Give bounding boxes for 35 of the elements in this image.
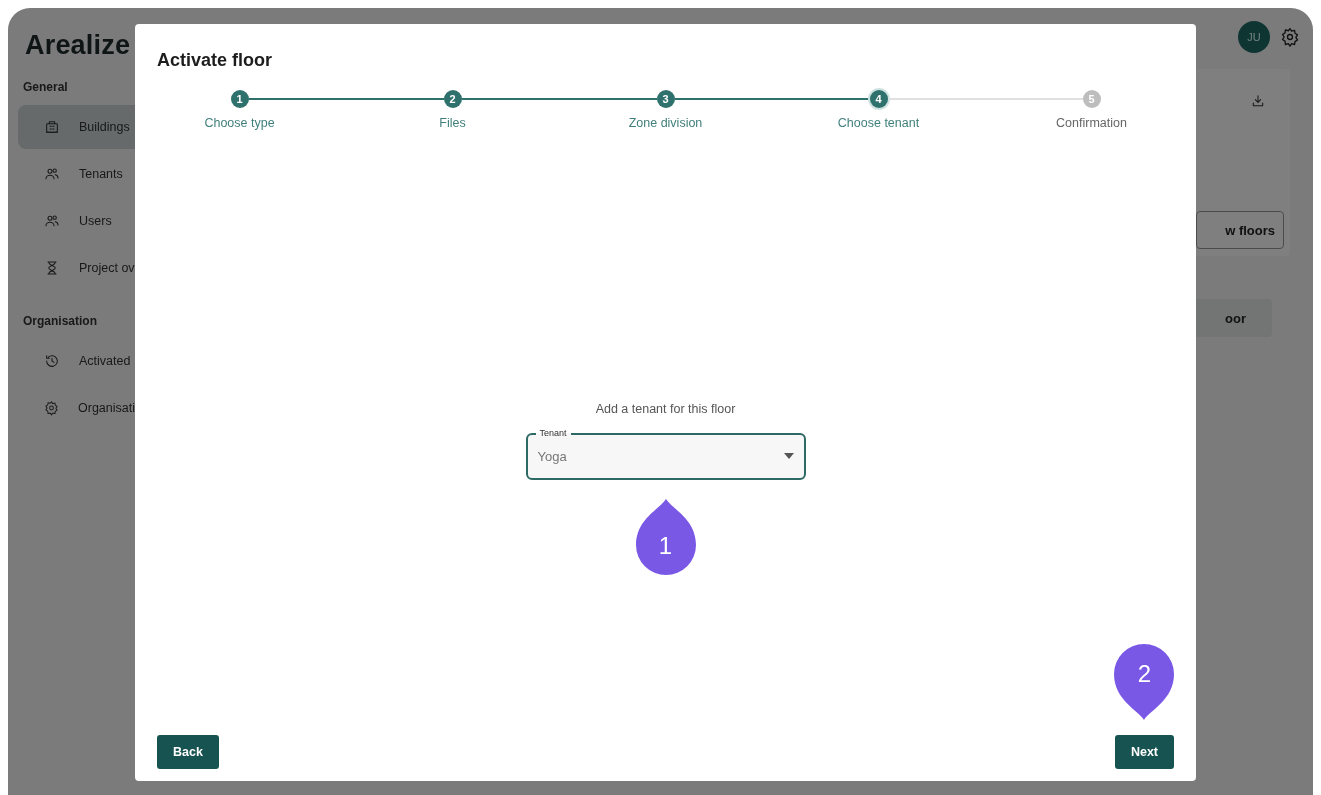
step-label: Zone division: [628, 116, 703, 130]
step-number: 2: [443, 90, 462, 108]
callout-marker: 1: [635, 498, 696, 575]
step-number: 3: [656, 90, 675, 108]
settings-icon: [1280, 27, 1300, 47]
step-label: Files: [439, 116, 466, 130]
sidebar-item[interactable]: Users: [18, 199, 135, 243]
step-label: Confirmation: [1056, 116, 1127, 130]
caret-icon: [783, 453, 794, 459]
sidebar-heading: General: [23, 80, 69, 94]
view-floors-button[interactable]: w floors: [1196, 211, 1284, 249]
step-number: 1: [230, 90, 249, 108]
sidebar-item[interactable]: Tenants: [18, 152, 135, 196]
callout-marker: 2: [1114, 644, 1175, 720]
sidebar-item[interactable]: Activated: [18, 339, 135, 383]
step-label: Choose tenant: [837, 116, 920, 130]
people-icon: [44, 166, 60, 182]
people-icon: [44, 213, 60, 229]
next-button[interactable]: Next: [1114, 735, 1174, 769]
sidebar-item[interactable]: Project ov: [18, 246, 135, 290]
sidebar-heading: Organisation: [23, 314, 98, 328]
download-icon: [1250, 93, 1266, 109]
history-icon: [44, 353, 60, 369]
gear-icon: [44, 400, 59, 416]
sidebar-item[interactable]: Organisati: [18, 386, 135, 430]
step-number: 5: [1082, 90, 1101, 108]
app-logo: Arealize: [25, 30, 132, 61]
step-label: Choose type: [204, 116, 275, 130]
user-avatar[interactable]: JU: [1238, 21, 1270, 53]
dialog-title: Activate floor: [157, 50, 274, 71]
sidebar-item[interactable]: Buildings: [18, 105, 135, 149]
building-icon: [44, 119, 60, 135]
step-number: 4: [869, 90, 888, 108]
prompt-text: Add a tenant for this floor: [595, 401, 736, 416]
back-button[interactable]: Back: [157, 735, 219, 769]
